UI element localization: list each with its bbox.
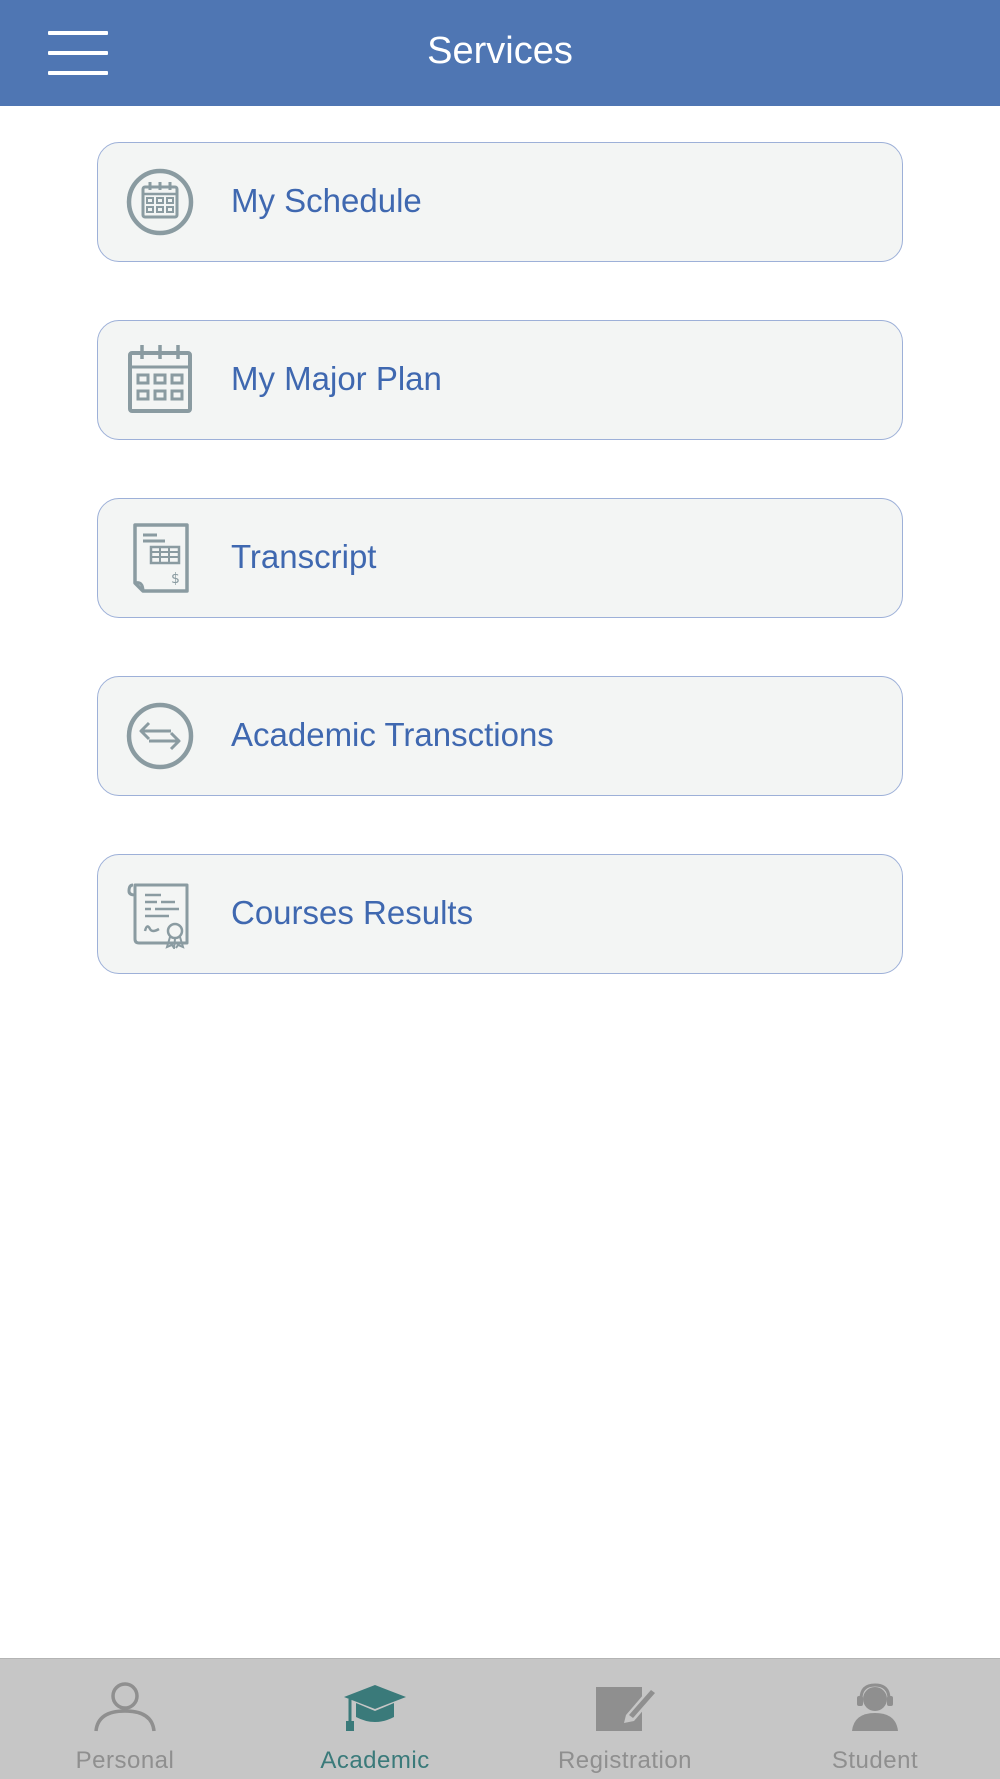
graduation-cap-icon bbox=[344, 1685, 406, 1731]
academic-transactions-button[interactable]: Academic Transctions bbox=[97, 676, 903, 796]
app-header: Services bbox=[0, 0, 1000, 106]
tab-label: Registration bbox=[557, 1747, 693, 1774]
svg-text:$: $ bbox=[171, 571, 180, 587]
my-schedule-button[interactable]: My Schedule bbox=[97, 142, 903, 262]
exchange-arrows-icon bbox=[126, 702, 194, 770]
transcript-document-icon: $ bbox=[133, 523, 189, 593]
service-label: My Schedule bbox=[231, 182, 422, 219]
certificate-icon bbox=[127, 883, 189, 949]
service-label: Courses Results bbox=[231, 894, 474, 931]
tab-registration[interactable]: Registration bbox=[500, 1659, 750, 1779]
service-label: My Major Plan bbox=[231, 360, 442, 397]
service-label: Academic Transctions bbox=[231, 716, 554, 753]
transcript-button[interactable]: $ Transcript bbox=[97, 498, 903, 618]
tab-label: Student bbox=[831, 1747, 919, 1774]
services-list: My Schedule My Major Plan $ Transcript A… bbox=[97, 142, 903, 1032]
page-title: Services bbox=[427, 30, 573, 72]
bottom-tab-bar: Personal Academic Registration Student bbox=[0, 1658, 1000, 1779]
tab-student[interactable]: Student bbox=[750, 1659, 1000, 1779]
tab-label: Personal bbox=[75, 1747, 175, 1774]
my-major-plan-button[interactable]: My Major Plan bbox=[97, 320, 903, 440]
service-label: Transcript bbox=[231, 538, 377, 575]
tab-label: Academic bbox=[320, 1747, 430, 1774]
courses-results-button[interactable]: Courses Results bbox=[97, 854, 903, 974]
calendar-circle-icon bbox=[126, 168, 194, 236]
calendar-icon bbox=[128, 345, 192, 413]
edit-form-icon bbox=[596, 1687, 658, 1731]
person-icon bbox=[94, 1682, 156, 1732]
student-support-icon bbox=[852, 1683, 898, 1731]
tab-academic[interactable]: Academic bbox=[250, 1659, 500, 1779]
tab-personal[interactable]: Personal bbox=[0, 1659, 250, 1779]
